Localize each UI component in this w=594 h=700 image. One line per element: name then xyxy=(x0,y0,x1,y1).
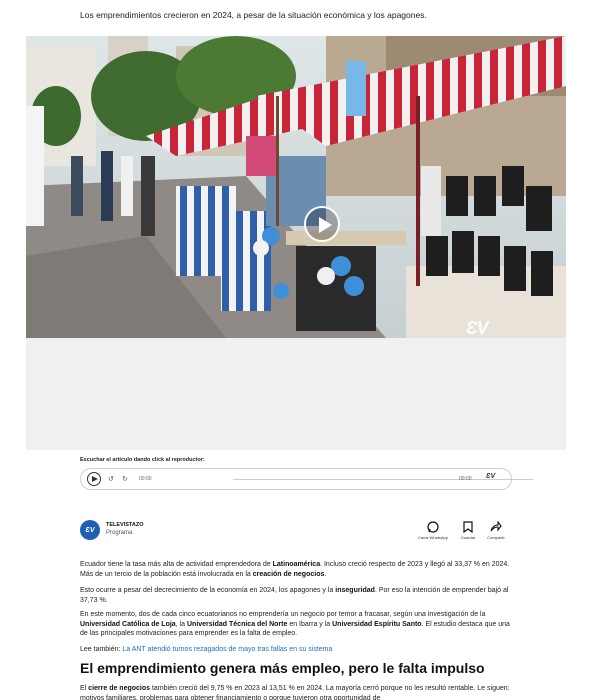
whatsapp-icon xyxy=(413,520,453,534)
forward-icon[interactable]: ↻ xyxy=(122,475,128,483)
audio-current-time: 00:00 xyxy=(139,476,152,482)
share-label: Compartir xyxy=(487,535,505,540)
bold-text: Universidad Técnica del Norte xyxy=(187,620,288,628)
author-avatar[interactable]: ƐV xyxy=(80,520,100,540)
see-also: Lee también: La ANT atendió turnos rezag… xyxy=(80,646,332,653)
section-heading: El emprendimiento genera más empleo, per… xyxy=(80,660,485,676)
see-also-prefix: Lee también: xyxy=(80,646,123,653)
article-paragraph-3: En este momento, dos de cada cinco ecuat… xyxy=(80,611,510,637)
bold-text: Universidad Espíritu Santo xyxy=(332,620,422,628)
article-paragraph-1: Ecuador tiene la tasa más alta de activi… xyxy=(80,561,510,578)
video-play-button[interactable] xyxy=(304,206,340,242)
whatsapp-channel-button[interactable]: Canal WhatsApp xyxy=(413,520,453,540)
bold-text: Universidad Católica de Loja xyxy=(80,620,176,628)
share-button[interactable]: Compartir xyxy=(476,520,516,540)
listen-label: Escuchar el artículo dando click al repr… xyxy=(80,457,205,463)
audio-player: ↺ ↻ 00:00 00:00 ƐV xyxy=(80,468,533,490)
bold-text: creación de negocios xyxy=(252,570,325,578)
see-also-link[interactable]: La ANT atendió turnos rezagados de mayo … xyxy=(122,646,332,653)
author-name[interactable]: TELEVISTAZO xyxy=(106,522,143,528)
ecuavisa-watermark: ƐV xyxy=(466,318,489,338)
bold-text: Latinoamérica xyxy=(272,561,321,568)
article-paragraph-2: Esto ocurre a pesar del decrecimiento de… xyxy=(80,587,509,604)
audio-brand-logo: ƐV xyxy=(486,473,496,480)
bold-text: cierre de negocios xyxy=(88,685,151,692)
article-paragraph-4: El cierre de negocios también creció del… xyxy=(80,685,510,700)
video-player[interactable]: ƐV xyxy=(26,36,566,338)
rewind-icon[interactable]: ↺ xyxy=(108,475,114,483)
article-subtitle: Los emprendimientos crecieron en 2024, a… xyxy=(80,10,427,20)
audio-total-time: 00:00 xyxy=(459,476,472,482)
whatsapp-label: Canal WhatsApp xyxy=(417,535,448,540)
share-icon xyxy=(476,520,516,534)
author-role: Programa xyxy=(106,530,133,536)
bold-text: inseguridad xyxy=(335,587,375,594)
video-thumbnail xyxy=(26,36,566,338)
video-letterbox xyxy=(26,338,566,450)
audio-play-button[interactable] xyxy=(87,472,101,486)
